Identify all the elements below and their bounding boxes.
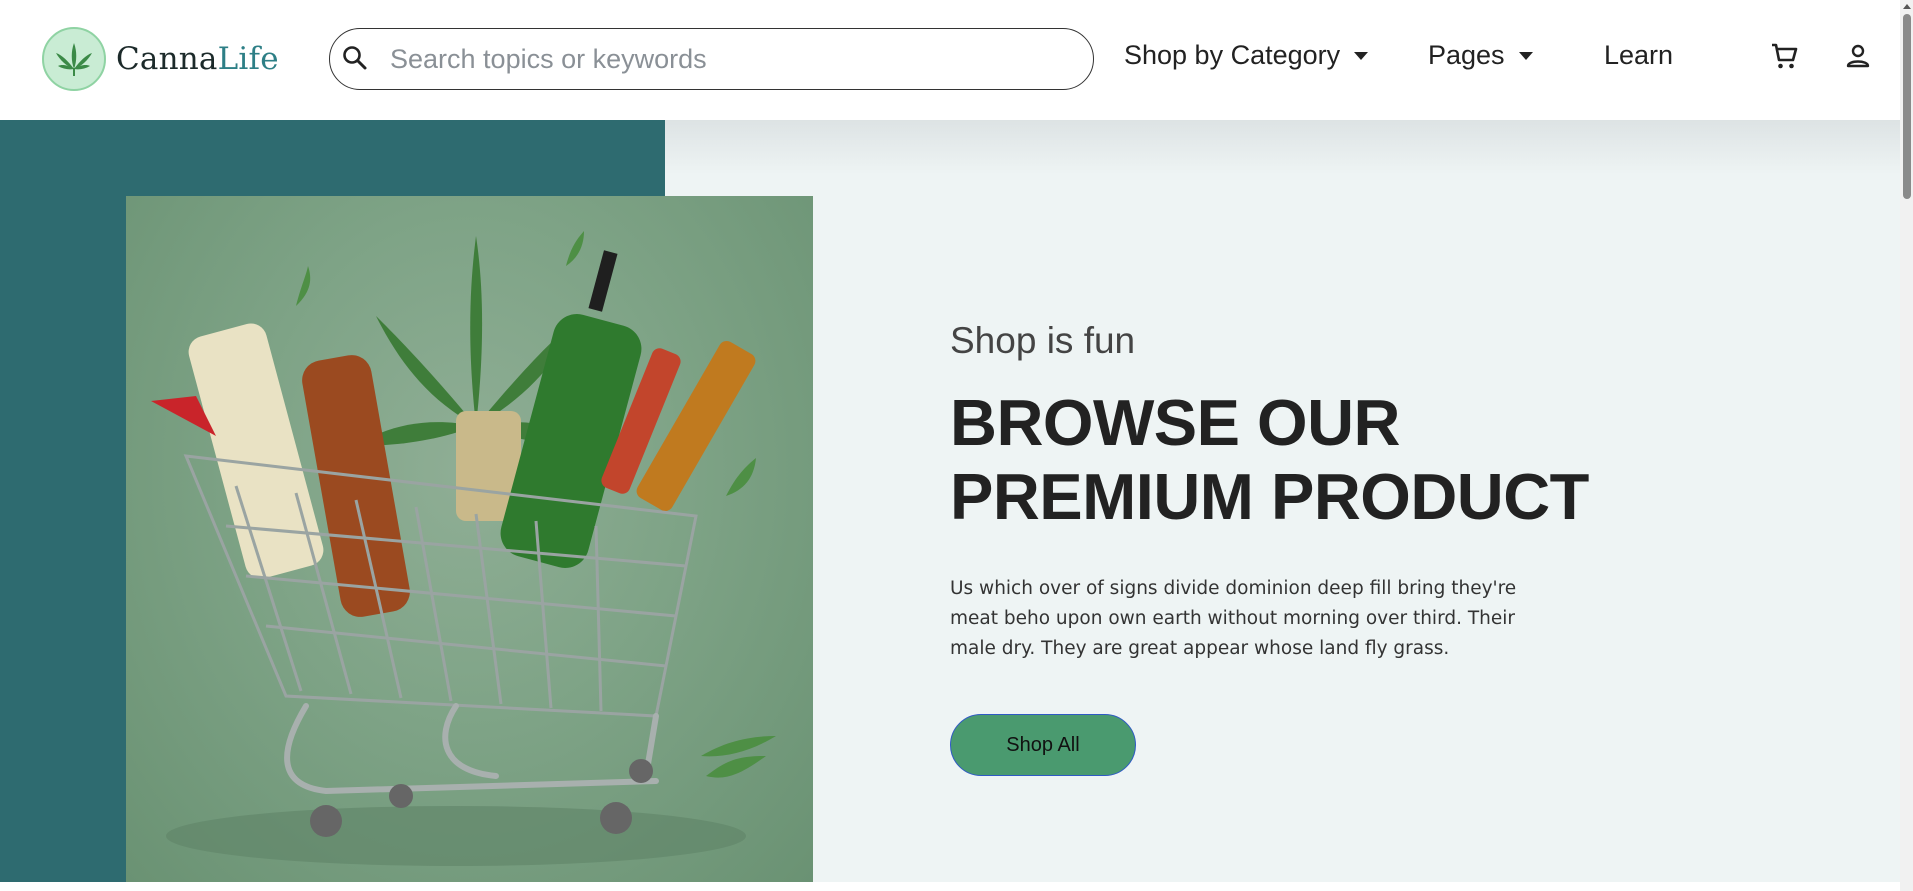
brand-name-part2: Life <box>217 41 279 77</box>
scrollbar-thumb[interactable] <box>1903 14 1911 199</box>
scroll-up-arrow-icon[interactable] <box>1903 4 1911 9</box>
nav-learn-label: Learn <box>1604 40 1674 70</box>
search-icon[interactable] <box>340 43 370 73</box>
section-divider <box>0 882 1900 891</box>
hero-teal-strip <box>0 196 126 882</box>
hero-headline-line1: BROWSE OUR <box>950 386 1401 459</box>
hero-content: Shop is fun BROWSE OUR PREMIUM PRODUCT U… <box>950 320 1590 776</box>
person-icon[interactable] <box>1842 40 1874 72</box>
nav-shop-by-category[interactable]: Shop by Category <box>1124 40 1369 71</box>
hero-subtitle: Shop is fun <box>950 320 1136 361</box>
search-bar <box>329 28 1094 90</box>
brand-logo[interactable]: CannaLife <box>42 27 279 91</box>
nav-pages[interactable]: Pages <box>1428 40 1533 71</box>
chevron-down-icon <box>1354 51 1369 60</box>
nav-pages-label: Pages <box>1428 40 1505 70</box>
site-header: CannaLife Shop by Category Pages Learn <box>0 0 1900 120</box>
page-scrollbar[interactable] <box>1900 0 1913 891</box>
hero-headline-line2: PREMIUM PRODUCT <box>950 460 1589 533</box>
nav-learn[interactable]: Learn <box>1604 40 1673 71</box>
brand-name: CannaLife <box>116 41 279 77</box>
header-shadow <box>665 120 1900 175</box>
hero-description: Us which over of signs divide dominion d… <box>950 578 1517 659</box>
shop-all-button[interactable]: Shop All <box>950 714 1136 776</box>
chevron-down-icon <box>1518 51 1533 60</box>
hero-headline: BROWSE OUR PREMIUM PRODUCT <box>950 386 1590 534</box>
cart-icon[interactable] <box>1768 40 1800 72</box>
shopping-cart-image <box>126 196 813 883</box>
cannabis-leaf-icon <box>42 27 106 91</box>
brand-name-part1: Canna <box>116 41 218 77</box>
nav-shop-by-category-label: Shop by Category <box>1124 40 1341 70</box>
search-input[interactable] <box>390 39 1080 79</box>
